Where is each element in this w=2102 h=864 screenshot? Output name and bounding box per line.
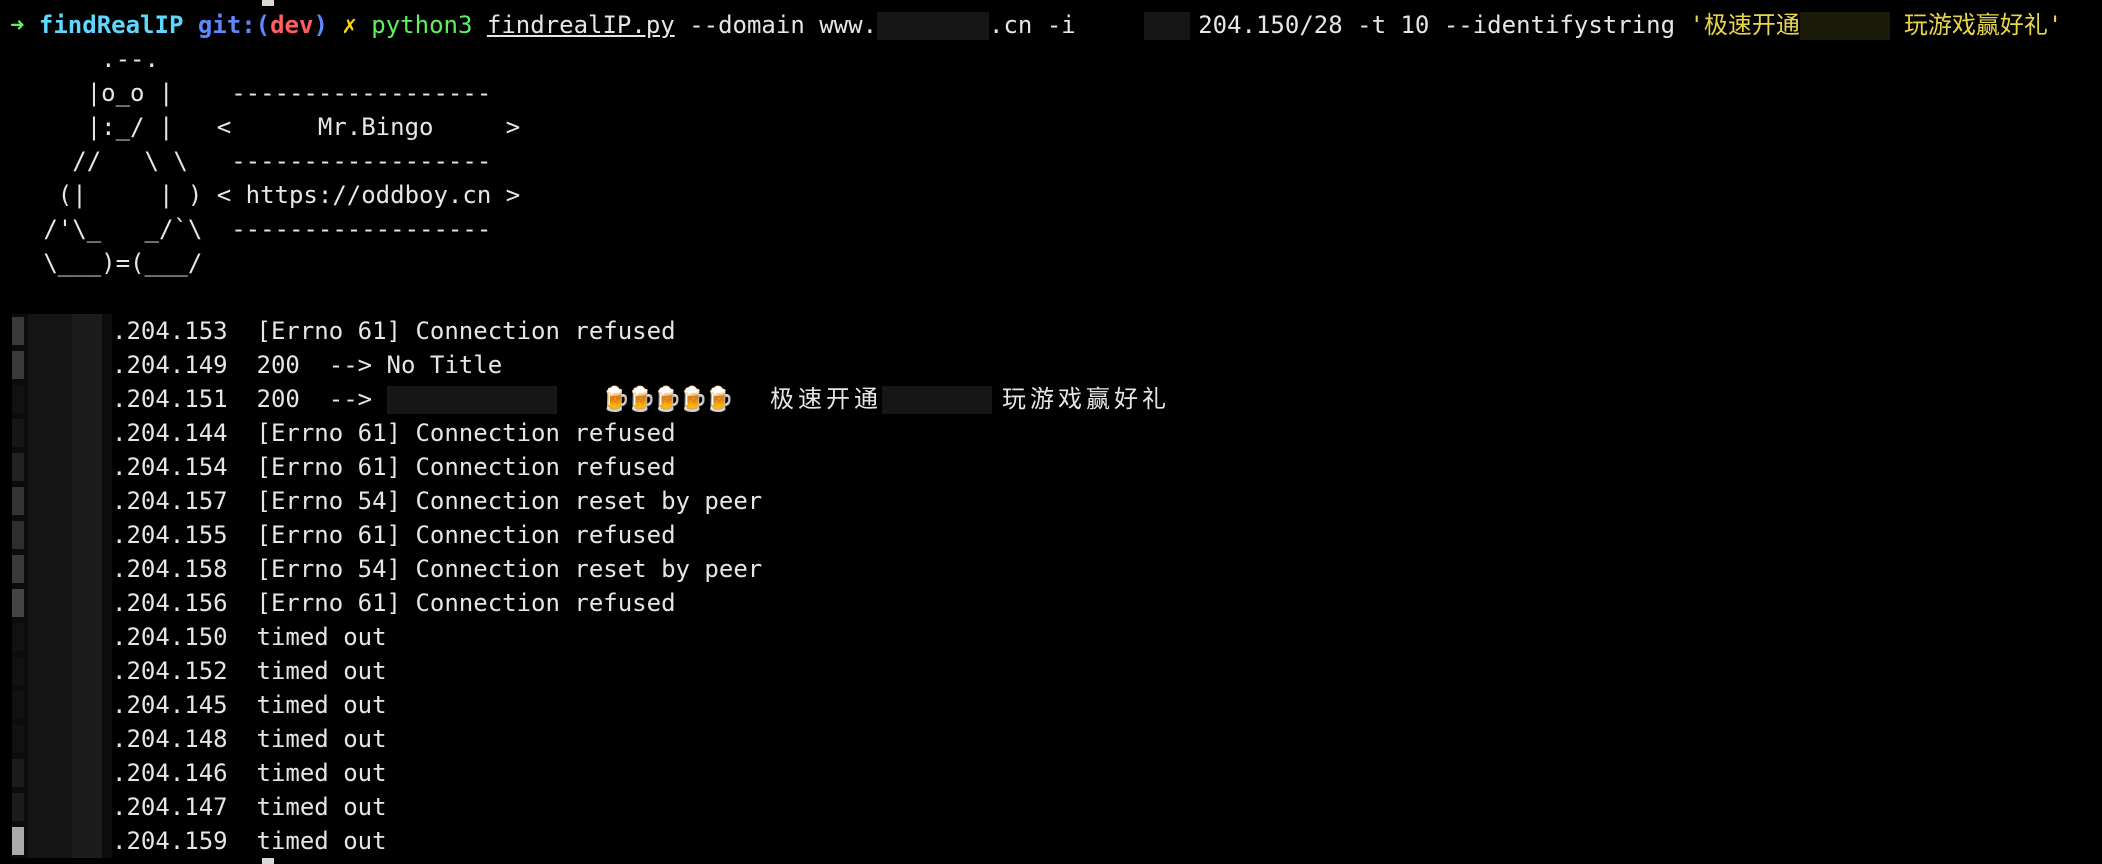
result-row: .204.155 [Errno 61] Connection refused <box>112 518 676 552</box>
result-row: .204.145 timed out <box>112 688 387 722</box>
result-ip: .204.155 <box>112 521 228 549</box>
prompt-git-close: ) <box>313 11 328 39</box>
result-ip: .204.157 <box>112 487 228 515</box>
redacted-ip-prefix <box>12 756 112 790</box>
result-ip: .204.158 <box>112 555 228 583</box>
result-ip: .204.152 <box>112 657 228 685</box>
command-name: python3 <box>371 11 473 39</box>
redacted-ip-prefix <box>12 722 112 756</box>
banner-line: /'\_ _/`\ ------------------ <box>0 215 492 243</box>
result-message: [Errno 54] Connection reset by peer <box>256 487 763 515</box>
result-row: .204.158 [Errno 54] Connection reset by … <box>112 552 762 586</box>
result-ip: .204.149 <box>112 351 228 379</box>
matched-title-end: 玩游戏赢好礼 <box>1001 385 1170 413</box>
redacted-block <box>386 386 557 414</box>
terminal-window[interactable]: ➜ findRealIP git:(dev) ✗ python3 findrea… <box>0 0 2102 864</box>
result-row: .204.157 [Errno 54] Connection reset by … <box>112 484 762 518</box>
result-ip: .204.156 <box>112 589 228 617</box>
identify-string-start: '极速开通 <box>1689 11 1800 39</box>
result-message: [Errno 61] Connection refused <box>256 589 676 617</box>
result-row: .204.149 200 --> No Title <box>112 348 502 382</box>
result-ip: .204.159 <box>112 827 228 855</box>
redacted-ip-prefix <box>12 348 112 382</box>
cursor-remnant <box>262 0 274 6</box>
result-row: .204.148 timed out <box>112 722 387 756</box>
command-args-domain: --domain www. <box>689 11 878 39</box>
result-row: .204.150 timed out <box>112 620 387 654</box>
prompt-git-label: git:( <box>197 11 271 39</box>
command-line: ➜ findRealIP git:(dev) ✗ python3 findrea… <box>10 8 2062 42</box>
result-message: timed out <box>256 827 387 855</box>
result-row: .204.156 [Errno 61] Connection refused <box>112 586 676 620</box>
result-row: .204.153 [Errno 61] Connection refused <box>112 314 676 348</box>
result-ip: .204.153 <box>112 317 228 345</box>
result-message: 200 --> No Title <box>256 351 503 379</box>
redacted-ip-prefix <box>12 382 112 416</box>
result-ip: .204.154 <box>112 453 228 481</box>
redacted-ip-prefix <box>12 586 112 620</box>
redacted-ip-prefix <box>12 824 112 858</box>
result-row: .204.146 timed out <box>112 756 387 790</box>
result-ip: .204.145 <box>112 691 228 719</box>
result-ip: .204.150 <box>112 623 228 651</box>
matched-title-start: 极速开通 <box>769 385 882 413</box>
result-message: timed out <box>256 725 387 753</box>
redacted-block <box>1799 12 1890 40</box>
prompt-branch: dev <box>270 11 314 39</box>
beer-icons: 🍺🍺🍺🍺🍺 <box>600 385 734 413</box>
prompt-dirty-mark: ✗ <box>342 11 357 39</box>
redacted-block <box>1144 12 1191 40</box>
banner-line: // \ \ ------------------ <box>0 147 492 175</box>
prompt-cwd: findRealIP <box>38 11 184 39</box>
banner-line: .--. <box>0 45 159 73</box>
result-row-match: .204.151 200 --> 🍺🍺🍺🍺🍺 极速开通 玩游戏赢好礼 <box>112 382 1170 416</box>
result-message: timed out <box>256 623 387 651</box>
redacted-ip-prefix <box>12 790 112 824</box>
result-message: [Errno 54] Connection reset by peer <box>256 555 763 583</box>
command-args-ip: .cn -i <box>989 11 1091 39</box>
redacted-ip-prefix <box>12 620 112 654</box>
identify-string-end: 玩游戏赢好礼' <box>1903 11 2063 39</box>
banner-line: \___)=(___/ <box>0 249 203 277</box>
result-message: timed out <box>256 793 387 821</box>
result-row: .204.154 [Errno 61] Connection refused <box>112 450 676 484</box>
redacted-ip-prefix <box>12 484 112 518</box>
result-ip: .204.151 <box>112 385 228 413</box>
redacted-ip-prefix <box>12 654 112 688</box>
result-message: [Errno 61] Connection refused <box>256 453 676 481</box>
result-row: .204.159 timed out <box>112 824 387 858</box>
banner-line: (| | ) < https://oddboy.cn > <box>0 181 521 209</box>
result-ip: .204.147 <box>112 793 228 821</box>
redacted-ip-prefix <box>12 518 112 552</box>
result-row: .204.152 timed out <box>112 654 387 688</box>
redacted-block <box>881 386 992 414</box>
banner-line: |:_/ | < Mr.Bingo > <box>0 113 521 141</box>
command-script: findrealIP.py <box>486 11 675 39</box>
result-message: [Errno 61] Connection refused <box>256 521 676 549</box>
result-message: [Errno 61] Connection refused <box>256 317 676 345</box>
result-row: .204.144 [Errno 61] Connection refused <box>112 416 676 450</box>
result-message: timed out <box>256 691 387 719</box>
redacted-ip-prefix <box>12 688 112 722</box>
redacted-ip-prefix <box>12 416 112 450</box>
banner-line: |o_o | ------------------ <box>0 79 492 107</box>
command-args-rest: 204.150/28 -t 10 --identifystring <box>1198 11 1690 39</box>
redacted-block <box>877 12 990 40</box>
prompt-arrow-icon: ➜ <box>10 11 25 39</box>
result-row: .204.147 timed out <box>112 790 387 824</box>
result-message: [Errno 61] Connection refused <box>256 419 676 447</box>
result-ip: .204.144 <box>112 419 228 447</box>
result-ip: .204.146 <box>112 759 228 787</box>
result-message: timed out <box>256 759 387 787</box>
redacted-ip-prefix <box>12 314 112 348</box>
redacted-ip-prefix <box>12 450 112 484</box>
redacted-ip-prefix <box>12 552 112 586</box>
result-message: 200 --> <box>256 385 387 413</box>
result-ip: .204.148 <box>112 725 228 753</box>
terminal-cursor <box>262 858 274 864</box>
result-message: timed out <box>256 657 387 685</box>
